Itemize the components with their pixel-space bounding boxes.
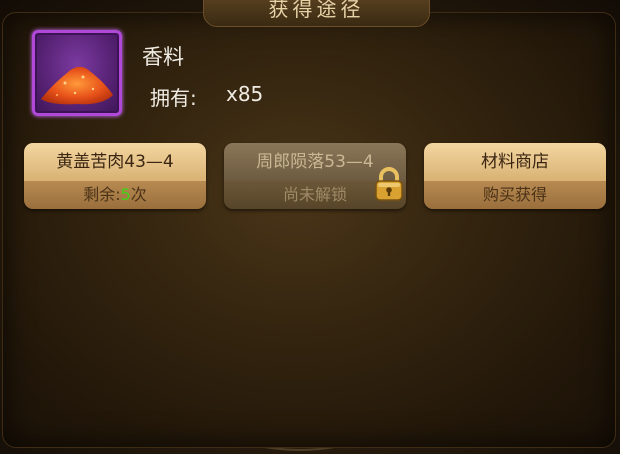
item-icon-frame	[32, 30, 122, 116]
remaining-count: 5	[120, 185, 131, 204]
source-title: 黄盖苦肉43—4	[24, 143, 206, 181]
owned-label: 拥有:	[150, 86, 197, 110]
owned-count: x85	[226, 82, 264, 106]
source-button-stage-43-4[interactable]: 黄盖苦肉43—4 剩余:5次	[24, 143, 206, 209]
padlock-icon	[375, 167, 403, 201]
source-subtitle: 购买获得	[424, 181, 606, 209]
remaining-attempts: 剩余:5次	[24, 181, 206, 209]
spice-powder-icon	[41, 66, 113, 105]
dialog-title: 获得途径	[203, 0, 430, 27]
source-title: 材料商店	[424, 143, 606, 181]
source-button-material-shop[interactable]: 材料商店 购买获得	[424, 143, 606, 209]
item-name: 香料	[142, 45, 184, 69]
